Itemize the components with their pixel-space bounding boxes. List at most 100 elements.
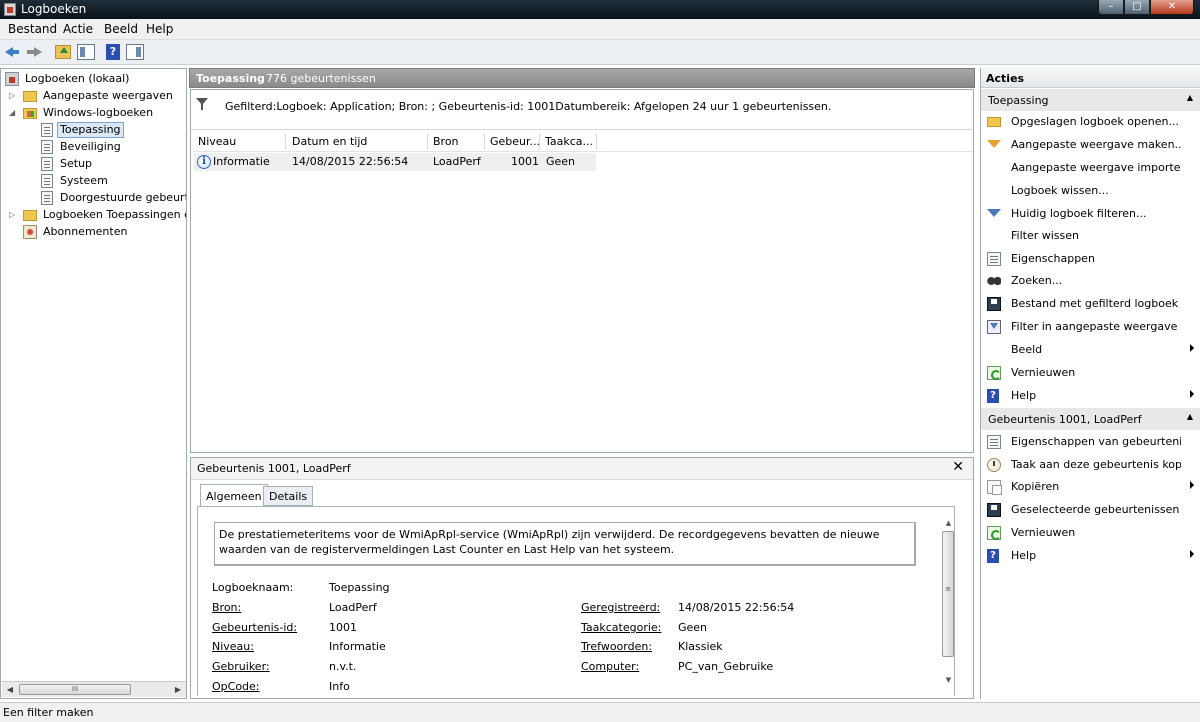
column-bron[interactable]: Bron (433, 135, 483, 148)
scroll-left-icon[interactable]: ◀ (2, 682, 18, 697)
action-label: Geselecteerde gebeurtenissen o... (1011, 503, 1181, 516)
label-computer: Computer: (581, 660, 640, 673)
value-bron: LoadPerf (329, 601, 377, 614)
filter-description: Gefilterd:Logboek: Application; Bron: ; … (225, 100, 832, 113)
menu-bestand[interactable]: Bestand (8, 22, 57, 36)
action-aangepaste-weergave-importeren[interactable]: Aangepaste weergave importer... (981, 157, 1200, 179)
action-help[interactable]: ? Help (981, 385, 1200, 407)
action-geselecteerde-gebeurtenissen-opslaan[interactable]: Geselecteerde gebeurtenissen o... (981, 499, 1200, 521)
label-niveau: Niveau: (212, 640, 254, 653)
back-arrow-icon[interactable] (3, 43, 23, 61)
log-icon (41, 174, 53, 188)
status-text: Een filter maken (3, 706, 94, 719)
action-bestand-gefilterd-logboek-opslaan[interactable]: Bestand met gefilterd logboek o... (981, 293, 1200, 315)
maximize-button[interactable]: □ (1124, 0, 1150, 15)
row-event-id: 1001 (511, 155, 539, 168)
action-label: Opgeslagen logboek openen... (1011, 115, 1179, 128)
action-vernieuwen-2[interactable]: Vernieuwen (981, 522, 1200, 544)
detail-vertical-scrollbar[interactable]: ▲ ≡ ▼ (941, 516, 956, 688)
save-icon (987, 503, 1001, 517)
filter-view-icon (987, 320, 1001, 334)
collapse-icon[interactable]: ◢ (9, 105, 17, 121)
column-datum-en-tijd[interactable]: Datum en tijd (292, 135, 427, 148)
filter-icon (987, 140, 1001, 148)
action-label: Huidig logboek filteren... (1011, 207, 1147, 220)
menu-help[interactable]: Help (146, 22, 173, 36)
action-label: Aangepaste weergave maken... (1011, 138, 1181, 151)
up-folder-icon[interactable] (55, 45, 71, 59)
horizontal-scrollbar[interactable]: ◀ III ▶ (2, 681, 186, 697)
detail-header: Gebeurtenis 1001, LoadPerf ✕ (191, 458, 973, 480)
expand-icon[interactable]: ▷ (9, 88, 17, 104)
forward-arrow-icon[interactable] (24, 43, 44, 61)
submenu-arrow-icon (1190, 550, 1194, 558)
event-count: 776 gebeurtenissen (266, 72, 376, 85)
scroll-up-icon[interactable]: ▲ (941, 516, 956, 531)
actions-title: Acties (981, 68, 1200, 88)
event-viewer-icon (5, 72, 19, 86)
collapse-icon[interactable]: ▲ (1187, 412, 1193, 421)
action-label: Logboek wissen... (1011, 184, 1109, 197)
scroll-down-icon[interactable]: ▼ (941, 673, 956, 688)
scroll-thumb[interactable]: III (19, 684, 131, 695)
minimize-button[interactable]: – (1098, 0, 1124, 15)
expand-icon[interactable]: ▷ (9, 207, 17, 223)
help-icon: ? (987, 549, 999, 563)
column-divider[interactable] (539, 134, 540, 150)
folder-icon (23, 210, 37, 221)
action-eigenschappen[interactable]: Eigenschappen (981, 248, 1200, 270)
collapse-icon[interactable]: ▲ (1187, 93, 1193, 102)
refresh-icon (987, 366, 1001, 380)
event-detail-pane: Gebeurtenis 1001, LoadPerf ✕ Algemeen De… (190, 457, 974, 699)
value-gebruiker: n.v.t. (329, 660, 357, 673)
action-help-2[interactable]: ? Help (981, 545, 1200, 567)
tab-details[interactable]: Details (263, 486, 314, 506)
column-divider[interactable] (596, 134, 597, 150)
label-bron: Bron: (212, 601, 242, 614)
action-logboek-wissen[interactable]: Logboek wissen... (981, 180, 1200, 202)
action-eigenschappen-van-gebeurtenis[interactable]: Eigenschappen van gebeurtenis (981, 431, 1200, 453)
value-taakcategorie: Geen (678, 621, 708, 634)
table-row[interactable]: i Informatie 14/08/2015 22:56:54 LoadPer… (194, 153, 596, 171)
action-vernieuwen[interactable]: Vernieuwen (981, 362, 1200, 384)
label-gebruiker: Gebruiker: (212, 660, 270, 673)
action-zoeken[interactable]: Zoeken... (981, 270, 1200, 292)
action-label: Eigenschappen (1011, 252, 1095, 265)
action-filter-wissen[interactable]: Filter wissen (981, 225, 1200, 247)
detail-title: Gebeurtenis 1001, LoadPerf (197, 462, 351, 475)
menu-beeld[interactable]: Beeld (104, 22, 138, 36)
column-divider[interactable] (427, 134, 428, 150)
show-action-pane-icon[interactable] (126, 44, 144, 60)
log-icon (41, 123, 53, 137)
action-aangepaste-weergave-maken[interactable]: Aangepaste weergave maken... (981, 134, 1200, 156)
show-console-tree-icon[interactable] (77, 44, 95, 60)
window-title: Logboeken (21, 2, 87, 16)
action-huidig-logboek-filteren[interactable]: Huidig logboek filteren... (981, 203, 1200, 225)
value-geregistreerd: 14/08/2015 22:56:54 (678, 601, 795, 614)
action-filter-in-aangepaste-weergave[interactable]: Filter in aangepaste weergave o... (981, 316, 1200, 338)
column-headers: Niveau Datum en tijd Bron Gebeur... Taak… (193, 132, 973, 152)
scroll-right-icon[interactable]: ▶ (170, 682, 186, 697)
action-opgeslagen-logboek-openen[interactable]: Opgeslagen logboek openen... (981, 111, 1200, 133)
menu-actie[interactable]: Actie (63, 22, 93, 36)
action-taak-koppelen[interactable]: Taak aan deze gebeurtenis kopp... (981, 454, 1200, 476)
column-taakcategorie[interactable]: Taakca... (545, 135, 595, 148)
action-kopieren[interactable]: Kopiëren (981, 476, 1200, 498)
actions-section-toepassing[interactable]: Toepassing ▲ (981, 89, 1200, 111)
close-button[interactable]: ✕ (1150, 0, 1194, 15)
actions-section-gebeurtenis[interactable]: Gebeurtenis 1001, LoadPerf ▲ (981, 408, 1200, 430)
scroll-thumb[interactable]: ≡ (942, 531, 954, 657)
help-icon: ? (987, 389, 999, 403)
action-beeld[interactable]: Beeld (981, 339, 1200, 361)
folder-icon (23, 91, 37, 102)
help-icon[interactable]: ? (106, 44, 120, 60)
column-niveau[interactable]: Niveau (198, 135, 283, 148)
column-gebeurtenis-id[interactable]: Gebeur... (490, 135, 540, 148)
tree-item-label: Setup (60, 157, 93, 170)
filter-icon (987, 209, 1001, 217)
column-divider[interactable] (484, 134, 485, 150)
close-icon[interactable]: ✕ (952, 459, 964, 475)
event-description[interactable]: De prestatiemeteritems voor de WmiApRpl-… (214, 522, 916, 566)
tab-algemeen[interactable]: Algemeen (200, 484, 268, 507)
column-divider[interactable] (285, 134, 286, 150)
